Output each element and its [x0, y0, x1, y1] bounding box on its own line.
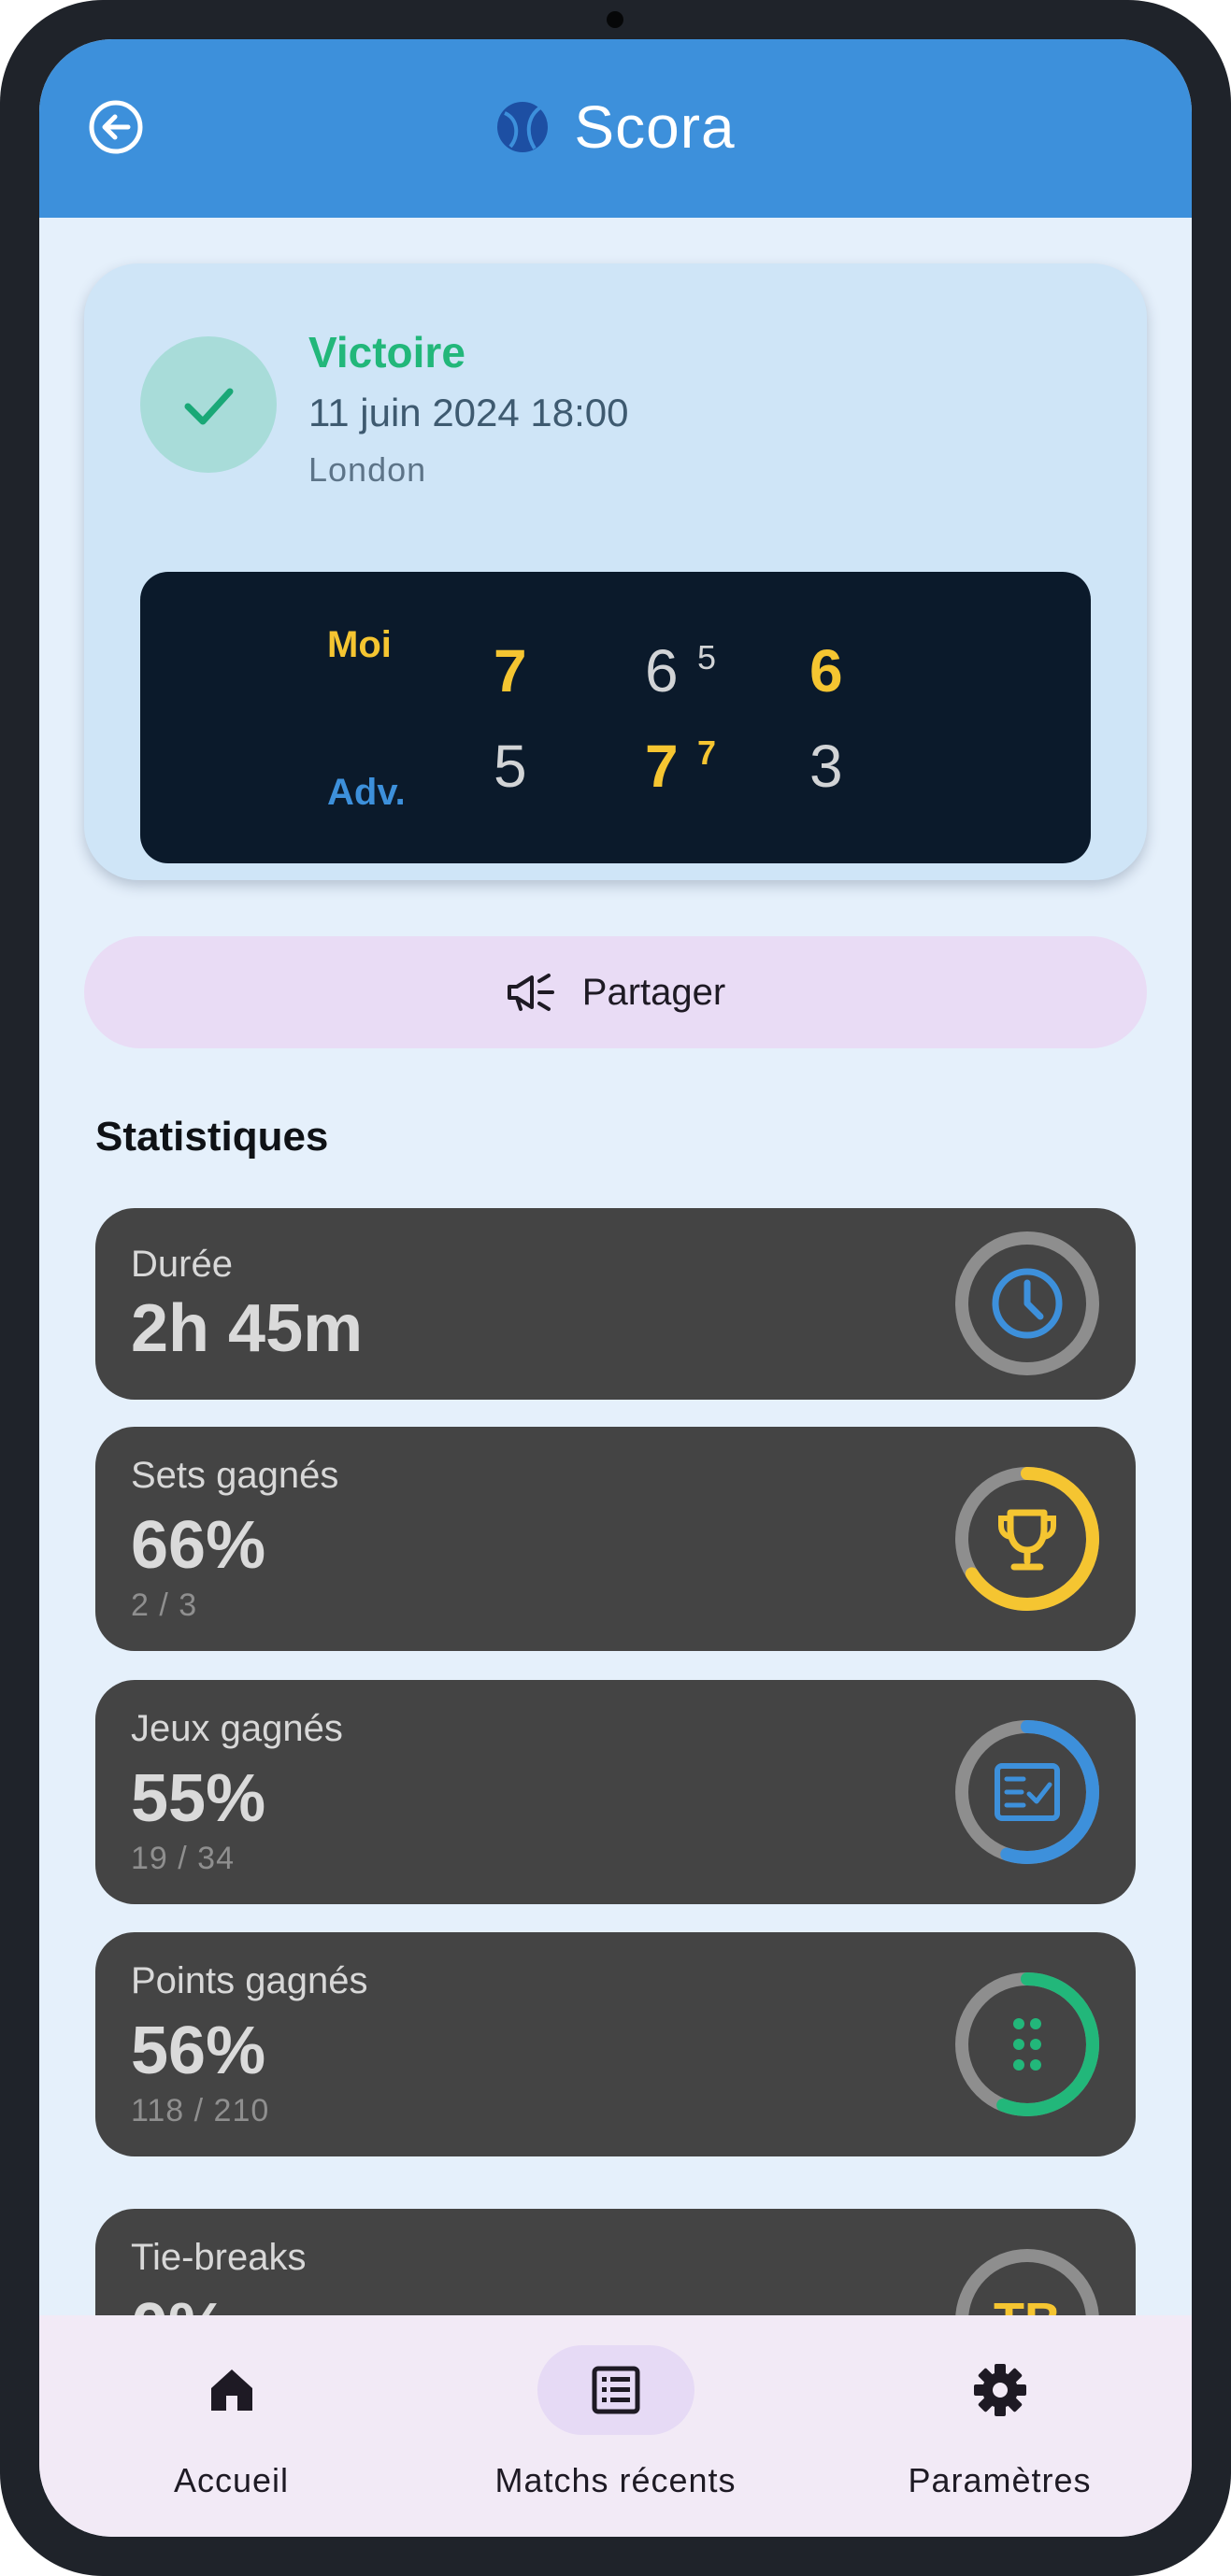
nav-pill: [153, 2345, 310, 2435]
set-1-score-me: 7: [494, 637, 527, 704]
nav-pill: [922, 2345, 1079, 2435]
set-1-score-opponent: 5: [494, 733, 527, 800]
stat-ring-games-won: [955, 1720, 1099, 1864]
stat-ring-sets-won: [955, 1467, 1099, 1611]
stat-card-games-won: Jeux gagnés 55% 19 / 34: [95, 1680, 1136, 1904]
app-bar: Scora: [39, 39, 1192, 218]
home-icon: [210, 2370, 252, 2411]
stat-label: Durée: [131, 1244, 233, 1285]
stat-sub: 2 / 3: [131, 1587, 198, 1623]
result-badge: [140, 336, 277, 473]
nav-item-recent-matches[interactable]: Matchs récents: [423, 2315, 808, 2537]
match-date: 11 juin 2024 18:00: [308, 391, 629, 434]
nav-label: Paramètres: [908, 2461, 1092, 2499]
list-icon: [592, 2366, 639, 2414]
app-title-group: Scora: [39, 88, 1192, 166]
nav-label: Accueil: [173, 2461, 290, 2499]
nav-label: Matchs récents: [494, 2461, 737, 2499]
share-label: Partager: [581, 971, 726, 1013]
set-2-score-me: 6: [645, 637, 679, 704]
stat-label: Points gagnés: [131, 1960, 368, 2001]
bottom-navigation: Accueil Matchs récents Paramètres: [39, 2315, 1192, 2537]
match-result: Victoire: [308, 328, 465, 377]
clock-icon: [992, 1268, 1063, 1339]
device-frame: Scora Victoire 11 juin 2024 18:00 London…: [0, 0, 1231, 2576]
dots-grid-icon: [1013, 2018, 1041, 2071]
set-3-score-me: 6: [809, 637, 843, 704]
nav-pill-active: [537, 2345, 694, 2435]
stat-card-sets-won: Sets gagnés 66% 2 / 3: [95, 1427, 1136, 1651]
stat-card-duration: Durée 2h 45m: [95, 1208, 1136, 1400]
player-me-label: Moi: [327, 624, 392, 665]
match-location: London: [308, 450, 427, 489]
stats-section-title: Statistiques: [95, 1114, 329, 1160]
megaphone-icon: [507, 974, 554, 1011]
stat-card-points-won: Points gagnés 56% 118 / 210: [95, 1932, 1136, 2156]
player-opponent-label: Adv.: [327, 772, 406, 813]
app-screen: Scora Victoire 11 juin 2024 18:00 London…: [39, 39, 1192, 2537]
stat-label: Sets gagnés: [131, 1455, 339, 1496]
stat-value: 66%: [131, 1508, 266, 1583]
app-title: Scora: [574, 93, 736, 161]
front-camera: [607, 11, 623, 28]
set-2-score-opponent: 7: [645, 733, 679, 800]
match-summary-card: Victoire 11 juin 2024 18:00 London Moi A…: [84, 263, 1147, 880]
scoreboard: Moi Adv. 7 5 6 5 7 7 6 3: [140, 572, 1091, 863]
stat-sub: 118 / 210: [131, 2093, 270, 2128]
stat-ring-duration: [955, 1231, 1099, 1375]
trophy-icon: [998, 1509, 1056, 1571]
stat-ring-points-won: [955, 1972, 1099, 2116]
set-3-score-opponent: 3: [809, 733, 843, 800]
share-button[interactable]: Partager: [84, 936, 1147, 1048]
stat-value: 56%: [131, 2014, 266, 2088]
set-2-tiebreak-me: 5: [697, 638, 717, 676]
check-icon: [184, 388, 234, 425]
set-2-tiebreak-opponent: 7: [697, 733, 717, 772]
gear-icon: [973, 2364, 1026, 2416]
stat-value: 55%: [131, 1761, 266, 1836]
nav-item-settings[interactable]: Paramètres: [808, 2315, 1192, 2537]
stat-label: Tie-breaks: [131, 2237, 307, 2278]
checklist-icon: [995, 1763, 1060, 1821]
nav-item-home[interactable]: Accueil: [39, 2315, 423, 2537]
tennis-ball-icon: [497, 102, 549, 152]
stat-sub: 19 / 34: [131, 1841, 235, 1876]
stat-label: Jeux gagnés: [131, 1708, 343, 1749]
stat-value: 2h 45m: [131, 1291, 364, 1366]
